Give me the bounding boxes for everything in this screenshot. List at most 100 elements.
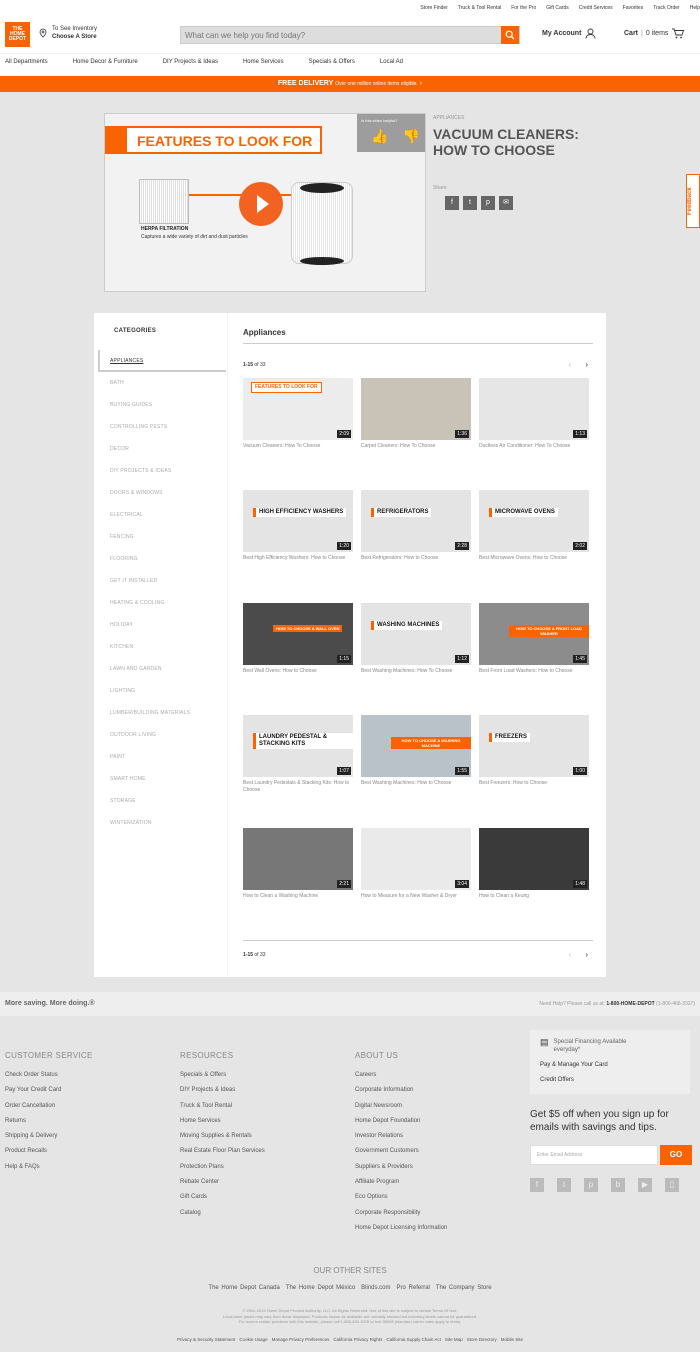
footer-link[interactable]: Suppliers & Providers xyxy=(355,1160,447,1175)
store-selector[interactable]: To See Inventory Choose A Store xyxy=(39,25,97,41)
footer-link[interactable]: Specials & Offers xyxy=(180,1068,265,1083)
video-thumbnail[interactable]: LAUNDRY PEDESTAL & STACKING KITS 1:07 xyxy=(243,715,353,777)
footer-link[interactable]: Affiliate Program xyxy=(355,1175,447,1190)
footer-link[interactable]: Home Depot Licensing Information xyxy=(355,1221,447,1236)
chevron-left-icon[interactable]: ‹ xyxy=(569,360,572,369)
video-thumbnail[interactable]: 1:36 xyxy=(361,378,471,440)
video-card[interactable]: 3:04 How to Measure for a New Washer & Dr… xyxy=(361,828,471,900)
email-input[interactable]: Enter Email Address xyxy=(530,1145,658,1165)
category-item[interactable]: BUYING GUIDES xyxy=(110,402,152,408)
credit-offers-link[interactable]: Credit Offers xyxy=(540,1073,680,1088)
video-thumbnail[interactable]: WASHING MACHINES 1:12 xyxy=(361,603,471,665)
video-thumbnail[interactable]: FREEZERS 1:00 xyxy=(479,715,589,777)
category-item[interactable]: FLOORING xyxy=(110,556,138,562)
video-title[interactable]: Best Freezers: How to Choose xyxy=(479,780,589,787)
twitter-icon[interactable]: t xyxy=(463,196,477,210)
video-thumbnail[interactable]: FEATURES TO LOOK FOR 2:09 xyxy=(243,378,353,440)
video-title[interactable]: Best High Efficiency Washers: How to Cho… xyxy=(243,555,353,562)
util-link[interactable]: Truck & Tool Rental xyxy=(458,5,501,11)
util-link[interactable]: Track Order xyxy=(653,5,679,11)
video-card[interactable]: 1:13 Ductless Air Conditioner: How To Cho… xyxy=(479,378,589,450)
footer-link[interactable]: Product Recalls xyxy=(5,1144,93,1159)
video-card[interactable]: WASHING MACHINES 1:12 Best Washing Machine… xyxy=(361,603,471,675)
footer-link[interactable]: Home Services xyxy=(180,1114,265,1129)
category-item[interactable]: BATH xyxy=(110,380,124,386)
choose-store-link[interactable]: Choose A Store xyxy=(52,34,97,40)
free-delivery-banner[interactable]: FREE DELIVERY Over one million online it… xyxy=(0,76,700,92)
chevron-right-icon[interactable]: › xyxy=(585,360,588,369)
category-item[interactable]: HOLIDAY xyxy=(110,622,133,628)
category-item[interactable]: APPLIANCES xyxy=(110,358,143,364)
facebook-icon[interactable]: f xyxy=(530,1178,544,1192)
nav-item[interactable]: Specials & Offers xyxy=(309,59,355,65)
video-card[interactable]: HOW TO CHOOSE A WASHING MACHINE 1:55 Best … xyxy=(361,715,471,787)
video-card[interactable]: FEATURES TO LOOK FOR 2:09 Vacuum Cleaners:… xyxy=(243,378,353,450)
footer-link[interactable]: DIY Projects & Ideas xyxy=(180,1083,265,1098)
video-title[interactable]: How to Measure for a New Washer & Dryer xyxy=(361,893,471,900)
video-thumbnail[interactable]: HOW TO CHOOSE A FRONT LOAD WASHER 1:45 xyxy=(479,603,589,665)
video-thumbnail[interactable]: 3:04 xyxy=(361,828,471,890)
footer-link[interactable]: Investor Relations xyxy=(355,1129,447,1144)
nav-item[interactable]: All Departments xyxy=(5,59,48,65)
category-item[interactable]: FENCING xyxy=(110,534,134,540)
footer-link[interactable]: Rebate Center xyxy=(180,1175,265,1190)
footer-link[interactable]: Gift Cards xyxy=(180,1190,265,1205)
video-card[interactable]: 1:36 Carpet Cleaners: How To Choose xyxy=(361,378,471,450)
util-link[interactable]: Favorites xyxy=(623,5,644,11)
nav-item[interactable]: DIY Projects & Ideas xyxy=(163,59,218,65)
footer-link[interactable]: Help & FAQs xyxy=(5,1160,93,1175)
chevron-right-icon[interactable]: › xyxy=(585,950,588,959)
video-thumbnail[interactable]: HOW TO CHOOSE A WASHING MACHINE 1:55 xyxy=(361,715,471,777)
article-category[interactable]: APPLIANCES xyxy=(433,115,464,121)
legal-link[interactable]: Mobile Site xyxy=(501,1337,523,1342)
go-button[interactable]: GO xyxy=(660,1145,692,1165)
category-item[interactable]: LIGHTING xyxy=(110,688,135,694)
footer-link[interactable]: Corporate Information xyxy=(355,1083,447,1098)
play-button-icon[interactable] xyxy=(239,182,283,226)
category-item[interactable]: DIY PROJECTS & IDEAS xyxy=(110,468,171,474)
footer-link[interactable]: Real Estate Floor Plan Services xyxy=(180,1144,265,1159)
footer-link[interactable]: Order Cancellation xyxy=(5,1099,93,1114)
legal-link[interactable]: Cookie Usage xyxy=(239,1337,267,1342)
legal-link[interactable]: California Supply Chain Act xyxy=(386,1337,441,1342)
blog-icon[interactable]: b xyxy=(611,1178,625,1192)
video-card[interactable]: LAUNDRY PEDESTAL & STACKING KITS 1:07 Best… xyxy=(243,715,353,794)
util-link[interactable]: Store Finder xyxy=(420,5,448,11)
pay-card-link[interactable]: Pay & Manage Your Card xyxy=(540,1058,680,1073)
other-site-link[interactable]: The Company Store xyxy=(436,1285,492,1291)
category-item[interactable]: ELECTRICAL xyxy=(110,512,143,518)
video-thumbnail[interactable]: 2:21 xyxy=(243,828,353,890)
video-title[interactable]: How to Clean a Washing Machine xyxy=(243,893,353,900)
video-title[interactable]: How to Clean a Keurig xyxy=(479,893,589,900)
category-item[interactable]: GET IT INSTALLED xyxy=(110,578,157,584)
util-link[interactable]: For the Pro xyxy=(511,5,536,11)
legal-link[interactable]: Site Map xyxy=(445,1337,463,1342)
category-item[interactable]: OUTDOOR LIVING xyxy=(110,732,156,738)
footer-link[interactable]: Returns xyxy=(5,1114,93,1129)
video-card[interactable]: HIGH EFFICIENCY WASHERS 1:20 Best High Eff… xyxy=(243,490,353,562)
footer-link[interactable]: Shipping & Delivery xyxy=(5,1129,93,1144)
video-thumbnail[interactable]: 1:13 xyxy=(479,378,589,440)
mobile-icon[interactable]: ▯ xyxy=(665,1178,679,1192)
category-item[interactable]: CONTROLLING PESTS xyxy=(110,424,167,430)
category-item[interactable]: STORAGE xyxy=(110,798,136,804)
video-title[interactable]: Ductless Air Conditioner: How To Choose xyxy=(479,443,589,450)
video-card[interactable]: MICROWAVE OVENS 2:02 Best Microwave Ovens:… xyxy=(479,490,589,562)
video-title[interactable]: Best Washing Machines: How to Choose xyxy=(361,780,471,787)
video-card[interactable]: HOW TO CHOOSE A WALL OVEN 1:15 Best Wall O… xyxy=(243,603,353,675)
video-card[interactable]: 1:48 How to Clean a Keurig xyxy=(479,828,589,900)
search-button[interactable] xyxy=(501,26,519,44)
video-card[interactable]: REFRIGERATORS 2:28 Best Refrigerators: How… xyxy=(361,490,471,562)
other-site-link[interactable]: Blinds.com xyxy=(361,1285,390,1291)
youtube-icon[interactable]: ▶ xyxy=(638,1178,652,1192)
category-item[interactable]: PAINT xyxy=(110,754,125,760)
video-title[interactable]: Best Microwave Ovens: How to Choose xyxy=(479,555,589,562)
category-item[interactable]: DOORS & WINDOWS xyxy=(110,490,163,496)
my-account-link[interactable]: My Account xyxy=(542,28,596,39)
video-card[interactable]: 2:21 How to Clean a Washing Machine xyxy=(243,828,353,900)
footer-link[interactable]: Pay Your Credit Card xyxy=(5,1083,93,1098)
facebook-icon[interactable]: f xyxy=(445,196,459,210)
legal-link[interactable]: California Privacy Rights xyxy=(333,1337,382,1342)
feedback-tab[interactable]: Feedback xyxy=(686,174,700,228)
video-thumbnail[interactable]: REFRIGERATORS 2:28 xyxy=(361,490,471,552)
